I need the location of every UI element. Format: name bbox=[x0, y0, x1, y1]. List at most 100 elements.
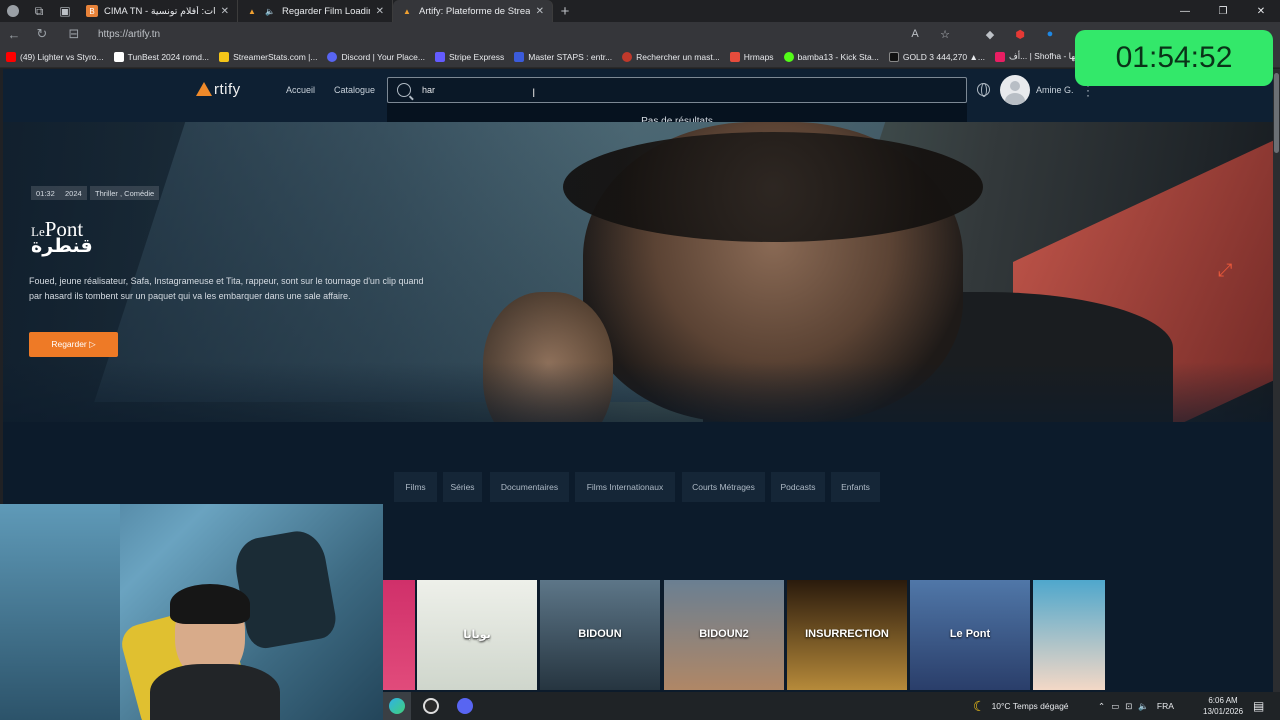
category-courts-metrages[interactable]: Courts Métrages bbox=[682, 472, 765, 502]
fullscreen-expand-icon[interactable]: ⤢ bbox=[1218, 260, 1232, 281]
search-box[interactable] bbox=[387, 77, 967, 103]
page-scrollbar[interactable] bbox=[1273, 69, 1280, 692]
browser-tab-strip: ⧉ ▣ B CIMA TN - التسميات: أفلام تونسية ✕… bbox=[0, 0, 1280, 22]
tab-actions-icon[interactable]: ▣ bbox=[52, 0, 78, 22]
watch-button[interactable]: Regarder ▷ bbox=[29, 332, 118, 357]
favorite-star-icon[interactable]: ☆ bbox=[930, 28, 960, 41]
site-info-icon[interactable]: ⊟ bbox=[60, 26, 88, 42]
logo-text: rtify bbox=[214, 81, 241, 98]
movie-poster[interactable]: Le Pont bbox=[910, 580, 1030, 690]
bookmark-label: (49) Lighter vs Styro... bbox=[20, 51, 104, 62]
tab-label: Artify: Plateforme de Streaming bbox=[419, 5, 530, 17]
youtube-icon bbox=[6, 51, 16, 62]
logo-triangle-icon bbox=[196, 81, 212, 96]
search-icon bbox=[397, 83, 411, 97]
tray-chevron-icon[interactable]: ⌃ bbox=[1098, 701, 1105, 712]
taskbar-app-edge[interactable] bbox=[383, 692, 411, 720]
category-enfants[interactable]: Enfants bbox=[831, 472, 880, 502]
webcam-overlay bbox=[0, 504, 383, 720]
bookmark[interactable]: Rechercher un mast... bbox=[622, 51, 720, 62]
taskbar-app-obs[interactable] bbox=[417, 692, 445, 720]
bookmark[interactable]: Hrmaps bbox=[729, 51, 774, 62]
bookmark-label: Master STAPS : entr... bbox=[528, 51, 613, 62]
poster-title: بوبابا bbox=[463, 629, 491, 641]
url-field[interactable]: https://artify.tn bbox=[98, 29, 160, 40]
tab-label: CIMA TN - التسميات: أفلام تونسية bbox=[104, 5, 215, 17]
bookmark[interactable]: (49) Lighter vs Styro... bbox=[6, 51, 104, 62]
network-icon[interactable]: ⊡ bbox=[1125, 701, 1132, 712]
volume-icon[interactable]: 🔈 bbox=[1138, 701, 1149, 712]
tab-regarder-film[interactable]: ▲ 🔈 Regarder Film Loading - Ar ✕ bbox=[238, 0, 393, 22]
marianne-icon bbox=[622, 51, 633, 62]
bookmark-label: Stripe Express bbox=[448, 51, 505, 62]
profile-icon[interactable] bbox=[0, 0, 26, 22]
language-indicator[interactable]: FRA bbox=[1157, 701, 1174, 711]
hero-title-logo: LePont قنطرة bbox=[29, 211, 119, 261]
notification-icon[interactable]: ▤ bbox=[1253, 692, 1264, 720]
search-input[interactable] bbox=[422, 85, 902, 95]
extension-diamond-icon[interactable]: ◆ bbox=[975, 28, 1005, 41]
close-icon[interactable]: ✕ bbox=[376, 6, 384, 17]
bookmark-label: bamba13 - Kick Sta... bbox=[797, 51, 879, 62]
category-films[interactable]: Films bbox=[394, 472, 437, 502]
page-icon bbox=[113, 51, 124, 62]
duration-tag: 01:32 bbox=[31, 186, 60, 200]
nav-home-link[interactable]: Accueil bbox=[286, 85, 315, 95]
avatar[interactable] bbox=[1000, 75, 1030, 105]
genre-tag: Thriller , Comédie bbox=[90, 186, 160, 200]
tab-cima-tn[interactable]: B CIMA TN - التسميات: أفلام تونسية ✕ bbox=[78, 0, 238, 22]
kick-icon bbox=[783, 51, 794, 62]
close-icon[interactable]: ✕ bbox=[536, 6, 544, 17]
artify-triangle-icon: ▲ bbox=[403, 6, 411, 16]
bookmark[interactable]: Discord | Your Place... bbox=[327, 51, 425, 62]
hero-title-ar: قنطرة bbox=[31, 235, 93, 257]
weather-widget[interactable]: ☾ 10°C Temps dégagé bbox=[973, 692, 1069, 720]
tray-app-icon[interactable]: ▭ bbox=[1111, 701, 1119, 712]
category-podcasts[interactable]: Podcasts bbox=[771, 472, 825, 502]
year-tag: 2024 bbox=[60, 186, 87, 200]
bookmark[interactable]: Stripe Express bbox=[434, 51, 505, 62]
bookmark[interactable]: GOLD 3 444,270 ▲... bbox=[888, 51, 985, 62]
back-icon[interactable]: ← bbox=[0, 27, 28, 42]
artify-logo[interactable]: rtify bbox=[196, 81, 241, 98]
user-name[interactable]: Amine G. bbox=[1036, 85, 1074, 95]
text-cursor-icon: I bbox=[532, 86, 536, 100]
bookmark-label: Rechercher un mast... bbox=[636, 51, 720, 62]
category-documentaires[interactable]: Documentaires bbox=[490, 472, 569, 502]
language-globe-icon[interactable] bbox=[977, 83, 990, 97]
bookmark[interactable]: StreamerStats.com |... bbox=[219, 51, 318, 62]
extension-s-icon[interactable]: ● bbox=[1035, 28, 1065, 40]
new-tab-icon[interactable]: + bbox=[553, 3, 577, 20]
movie-poster[interactable]: بوبابا bbox=[417, 580, 537, 690]
category-series[interactable]: Séries bbox=[443, 472, 482, 502]
movie-poster[interactable] bbox=[1033, 580, 1105, 690]
bookmark-label: TunBest 2024 romd... bbox=[127, 51, 210, 62]
close-window-icon[interactable]: ✕ bbox=[1242, 0, 1280, 22]
taskbar-app-discord[interactable] bbox=[451, 692, 479, 720]
close-icon[interactable]: ✕ bbox=[221, 6, 229, 17]
speaker-icon[interactable]: 🔈 bbox=[264, 5, 276, 17]
bookmark-label: StreamerStats.com |... bbox=[233, 51, 318, 62]
movie-poster[interactable]: BIDOUN bbox=[540, 580, 660, 690]
maximize-icon[interactable]: ❐ bbox=[1204, 0, 1242, 22]
tab-label: Regarder Film Loading - Ar bbox=[282, 5, 370, 17]
nav-catalog-link[interactable]: Catalogue bbox=[334, 85, 375, 95]
clock-time: 6:06 AM bbox=[1208, 696, 1238, 705]
system-tray: ⌃ ▭ ⊡ 🔈 FRA bbox=[1098, 692, 1174, 720]
poster-title: BIDOUN bbox=[578, 628, 622, 640]
minimize-icon[interactable]: — bbox=[1166, 0, 1204, 22]
movie-poster[interactable]: BIDOUN2 bbox=[664, 580, 784, 690]
workspaces-icon[interactable]: ⧉ bbox=[26, 0, 52, 22]
tab-artify[interactable]: ▲ Artify: Plateforme de Streaming ✕ bbox=[393, 0, 553, 22]
poster-title: Le Pont bbox=[949, 628, 991, 640]
extension-shield-icon[interactable]: ⬢ bbox=[1005, 28, 1035, 41]
category-films-internationaux[interactable]: Films Internationaux bbox=[575, 472, 675, 502]
bookmark[interactable]: Master STAPS : entr... bbox=[514, 51, 613, 62]
movie-poster[interactable]: INSURRECTION bbox=[787, 580, 907, 690]
reload-icon[interactable]: ↻ bbox=[28, 26, 56, 42]
bookmark[interactable]: TunBest 2024 romd... bbox=[113, 51, 210, 62]
read-aloud-icon[interactable]: A bbox=[900, 28, 930, 40]
stripe-icon bbox=[434, 51, 445, 62]
clock[interactable]: 6:06 AM 13/01/2026 bbox=[1203, 692, 1243, 720]
bookmark[interactable]: bamba13 - Kick Sta... bbox=[783, 51, 879, 62]
